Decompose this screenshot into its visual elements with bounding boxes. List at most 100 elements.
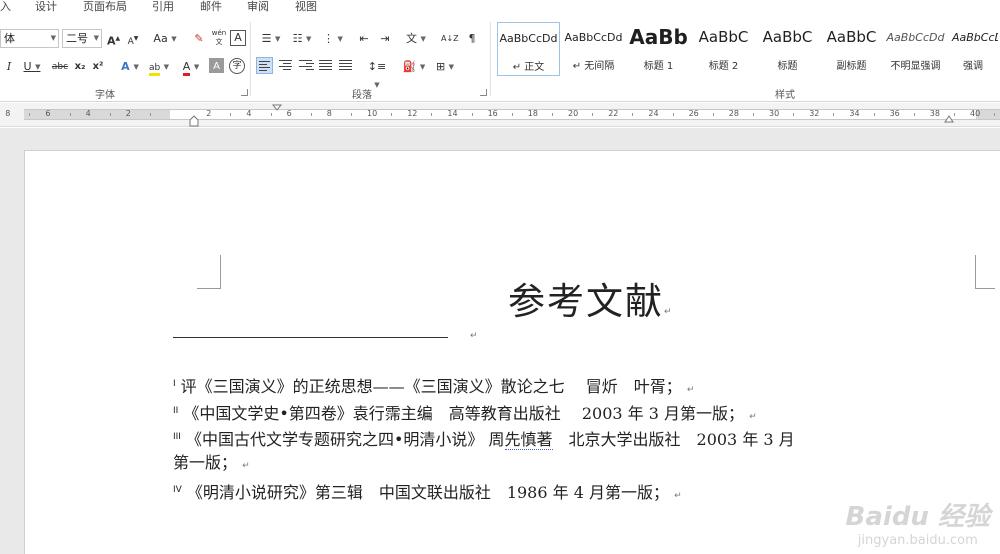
footnote-text: 《明清小说研究》第三辑 中国文联出版社 1986 年 4 月第一版；	[186, 483, 669, 502]
tab-references[interactable]: 引用	[152, 0, 174, 14]
text-effects-button[interactable]: A ▼	[117, 57, 143, 75]
ruler-tick	[632, 113, 634, 116]
strikethrough-button[interactable]: abc	[50, 57, 70, 75]
title-text: 参考文献	[508, 280, 664, 323]
align-center-button[interactable]	[277, 57, 294, 74]
footnote-3-continuation[interactable]: 第一版； ↵	[173, 452, 250, 477]
ruler-tick-label: 30	[769, 109, 780, 118]
ruler-tick	[712, 113, 714, 116]
style-name: ↵ 无间隔	[572, 61, 615, 72]
font-name-combo[interactable]: 体 ▼	[0, 29, 59, 48]
group-divider	[490, 22, 491, 96]
clear-format-button[interactable]: ✎	[190, 29, 208, 47]
phonetic-guide-button[interactable]: wén 文	[210, 28, 228, 46]
pilcrow-icon: ¶	[468, 32, 476, 45]
footnote-separator	[173, 337, 448, 338]
footnote-2[interactable]: II 《中国文学史•第四卷》袁行霈主编 高等教育出版社 2003 年 3 月第一版…	[173, 400, 757, 428]
increase-indent-button[interactable]: ⇥	[376, 29, 394, 47]
grow-font-button[interactable]: A▲	[106, 29, 120, 48]
font-name-value: 体	[4, 32, 15, 45]
grow-font-icon: A	[107, 34, 116, 48]
font-color-button[interactable]: A ▼	[178, 57, 204, 76]
superscript-button[interactable]: x²	[90, 57, 106, 75]
chinese-layout-button[interactable]: 文 ▼	[402, 29, 430, 47]
style-emphasis[interactable]: AaBbCcDd 强调	[948, 22, 998, 76]
ruler-tick	[953, 113, 955, 116]
paragraph-group-label: 段落	[352, 90, 372, 101]
numbering-button[interactable]: ☷ ▼	[288, 29, 316, 47]
style-normal[interactable]: AaBbCcDd ↵ 正文	[497, 22, 560, 76]
style-no-spacing[interactable]: AaBbCcDd ↵ 无间隔	[562, 22, 625, 76]
paragraph-mark-icon: ↵	[674, 491, 682, 501]
style-heading-2[interactable]: AaBbC 标题 2	[692, 22, 755, 76]
style-name: 不明显强调	[890, 61, 941, 72]
spellcheck-underlined-text[interactable]: 先慎著	[504, 430, 553, 450]
ruler-tick-label: 20	[568, 109, 579, 118]
ruler-tick-label: 26	[688, 109, 699, 118]
style-name: 强调	[963, 61, 983, 72]
show-marks-button[interactable]: ¶	[463, 29, 481, 47]
font-color-icon: A	[182, 60, 191, 76]
font-size-value: 二号	[66, 32, 88, 45]
style-name: ↵ 正文	[512, 62, 545, 73]
align-left-button[interactable]	[256, 57, 273, 74]
left-indent-marker-icon[interactable]	[189, 115, 199, 127]
footnote-text: 评《三国演义》的正统思想——《三国演义》散论之七 冒炘 叶胥；	[180, 377, 682, 396]
bullets-button[interactable]: ☰ ▼	[257, 29, 285, 47]
text-effects-icon: A	[121, 60, 130, 73]
ruler-tick-label: 4	[85, 109, 91, 118]
char-shading-button[interactable]: A	[209, 58, 224, 73]
char-border-button[interactable]: A	[230, 30, 246, 46]
highlight-button[interactable]: ab ▼	[146, 57, 172, 76]
style-sample: AaBb	[629, 25, 688, 49]
ruler-tick	[752, 113, 754, 116]
tab-page-layout[interactable]: 页面布局	[83, 0, 127, 14]
document-title[interactable]: 参考文献↵	[508, 271, 674, 325]
word-window: 入 设计 页面布局 引用 邮件 审阅 视图 体 ▼ 二号 ▼ A▲ A▼ Aa ▼ …	[0, 0, 1000, 554]
tab-mailings[interactable]: 邮件	[200, 0, 222, 14]
align-right-button[interactable]	[297, 57, 314, 74]
change-case-button[interactable]: Aa ▼	[150, 29, 180, 47]
justify-button[interactable]	[317, 57, 334, 74]
underline-button[interactable]: U ▼	[20, 57, 44, 75]
style-subtitle[interactable]: AaBbC 副标题	[820, 22, 883, 76]
font-size-combo[interactable]: 二号 ▼	[62, 29, 102, 48]
ruler-tick	[833, 113, 835, 116]
decrease-indent-button[interactable]: ⇤	[355, 29, 373, 47]
ruler-tick-label: 8	[326, 109, 332, 118]
multilevel-list-button[interactable]: ⋮ ▼	[319, 29, 347, 47]
distributed-button[interactable]	[337, 57, 354, 74]
line-spacing-button[interactable]: ↕≡ ▼	[363, 57, 391, 89]
ruler-tick	[511, 113, 513, 116]
enclose-char-button[interactable]: 字	[229, 58, 245, 74]
style-title[interactable]: AaBbC 标题	[756, 22, 819, 76]
shrink-font-button[interactable]: A▼	[126, 29, 140, 47]
style-heading-1[interactable]: AaBb 标题 1	[627, 22, 690, 76]
tab-review[interactable]: 审阅	[247, 0, 269, 14]
ruler-tick-label: 14	[447, 109, 458, 118]
style-subtle-emphasis[interactable]: AaBbCcDd 不明显强调	[884, 22, 947, 76]
footnote-1[interactable]: I 评《三国演义》的正统思想——《三国演义》散论之七 冒炘 叶胥； ↵	[173, 373, 694, 401]
underline-icon: U	[23, 60, 32, 73]
style-name: 标题 2	[708, 61, 739, 72]
tab-insert[interactable]: 入	[0, 0, 11, 14]
font-dialog-launcher-icon[interactable]	[241, 89, 248, 96]
paragraph-mark-icon: ↵	[749, 412, 757, 422]
footnote-3[interactable]: III 《中国古代文学专题研究之四•明清小说》 周先慎著 北京大学出版社 2003…	[173, 426, 795, 451]
tab-design[interactable]: 设计	[35, 0, 57, 14]
shading-bucket-button[interactable]: ⛽ ▼	[400, 57, 428, 75]
ruler-tick-label: 2	[125, 109, 131, 118]
tab-view[interactable]: 视图	[295, 0, 317, 14]
ruler-tick	[592, 113, 594, 116]
footnote-4[interactable]: IV 《明清小说研究》第三辑 中国文联出版社 1986 年 4 月第一版； ↵	[173, 479, 682, 507]
style-sample: AaBbC	[698, 28, 749, 46]
italic-button[interactable]: I	[2, 57, 16, 75]
horizontal-ruler[interactable]: 8 6 4 2 2 4 6 8 10 12 14 16 18 20 22 24 26 28 30 32 34 36 38 40	[0, 103, 1000, 127]
paragraph-dialog-launcher-icon[interactable]	[480, 89, 487, 96]
char-border-icon: A	[234, 31, 242, 44]
sort-button[interactable]: A↓Z	[440, 29, 459, 47]
first-line-indent-marker-icon[interactable]	[272, 104, 282, 112]
borders-button[interactable]: ⊞ ▼	[431, 57, 459, 75]
subscript-button[interactable]: x₂	[72, 57, 88, 75]
right-indent-marker-icon[interactable]	[944, 115, 954, 123]
